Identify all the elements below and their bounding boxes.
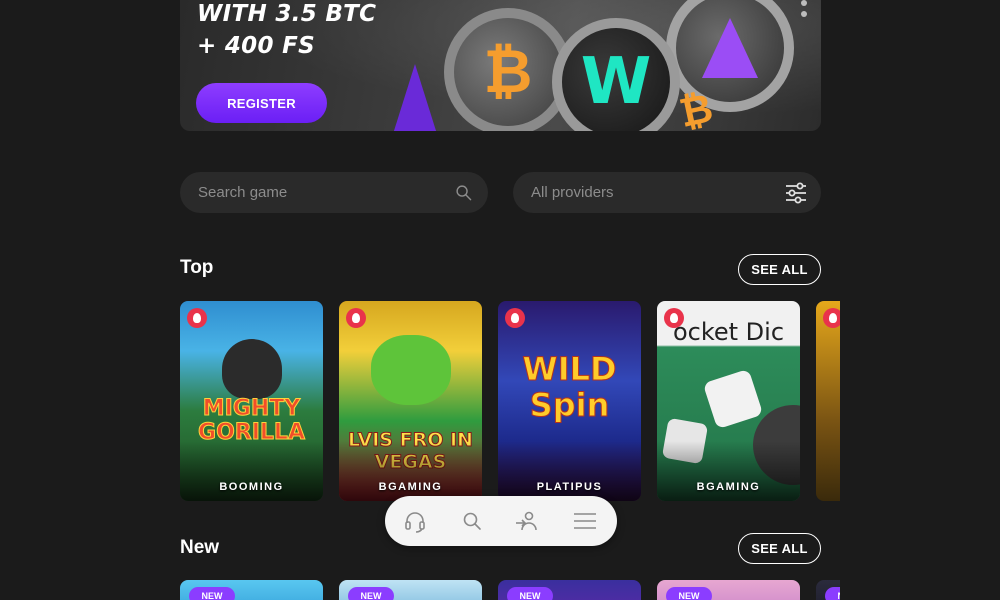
game-title-art: WILD Spin <box>522 350 617 424</box>
search-icon[interactable] <box>455 184 472 201</box>
game-card[interactable]: WILD Spin PLATIPUS <box>498 301 641 501</box>
promo-headline-line1: WITH 3.5 BTC <box>197 1 377 27</box>
dice-icon <box>702 368 764 430</box>
carousel-dots[interactable] <box>801 0 807 22</box>
carousel-dot[interactable] <box>801 11 807 17</box>
filter-sliders-icon[interactable] <box>784 181 808 205</box>
hot-flame-icon <box>823 308 840 328</box>
game-provider: BGAMING <box>696 481 761 493</box>
new-badge: NEW <box>348 587 394 600</box>
register-button[interactable]: REGISTER <box>196 83 327 123</box>
see-all-new-button[interactable]: SEE ALL <box>738 533 821 564</box>
see-all-top-button[interactable]: SEE ALL <box>738 254 821 285</box>
bottom-nav-bar <box>385 496 617 546</box>
section-title-top: Top <box>180 257 214 278</box>
providers-select-value: All providers <box>531 184 614 201</box>
gorilla-art <box>222 339 282 399</box>
promo-banner[interactable]: ₿ W ₿ WITH 3.5 BTC + 400 FS REGISTER <box>180 0 821 131</box>
promo-headline-line2: + 400 FS <box>197 33 315 59</box>
game-provider: BGAMING <box>378 481 443 493</box>
search-input[interactable]: Search game <box>198 184 287 201</box>
hot-flame-icon <box>505 308 525 328</box>
game-card[interactable]: NEW <box>339 580 482 600</box>
frog-art <box>371 335 451 405</box>
search-icon[interactable] <box>460 509 484 533</box>
game-provider: PLATIPUS <box>536 481 603 493</box>
headset-icon[interactable] <box>403 509 427 533</box>
game-card[interactable]: NEW <box>657 580 800 600</box>
search-game-field[interactable]: Search game <box>180 172 488 213</box>
game-title-art: MIGHTY GORILLA <box>198 396 306 445</box>
game-provider: BOOMING <box>219 481 284 493</box>
menu-icon[interactable] <box>573 509 597 533</box>
game-card[interactable]: MIGHTY GORILLA BOOMING <box>180 301 323 501</box>
game-card[interactable]: NEW <box>498 580 641 600</box>
hot-flame-icon <box>664 308 684 328</box>
section-title-new: New <box>180 537 220 558</box>
new-games-row[interactable]: NEW NEW NEW NEW NEW <box>180 580 840 600</box>
game-card[interactable]: LVIS FRO IN VEGAS BGAMING <box>339 301 482 501</box>
top-games-row[interactable]: MIGHTY GORILLA BOOMING LVIS FRO IN VEGAS… <box>180 301 840 501</box>
game-card[interactable]: NEW <box>180 580 323 600</box>
game-card[interactable]: ocket Dic BGAMING <box>657 301 800 501</box>
new-badge: NEW <box>507 587 553 600</box>
new-badge: NEW <box>189 587 235 600</box>
hot-flame-icon <box>187 308 207 328</box>
hot-flame-icon <box>346 308 366 328</box>
new-badge: NEW <box>825 587 840 600</box>
login-icon[interactable] <box>515 509 539 533</box>
game-card[interactable] <box>816 301 840 501</box>
new-badge: NEW <box>666 587 712 600</box>
crystal-decoration <box>393 64 437 131</box>
carousel-dot[interactable] <box>801 0 807 6</box>
providers-select[interactable]: All providers <box>513 172 821 213</box>
game-card[interactable]: NEW <box>816 580 840 600</box>
